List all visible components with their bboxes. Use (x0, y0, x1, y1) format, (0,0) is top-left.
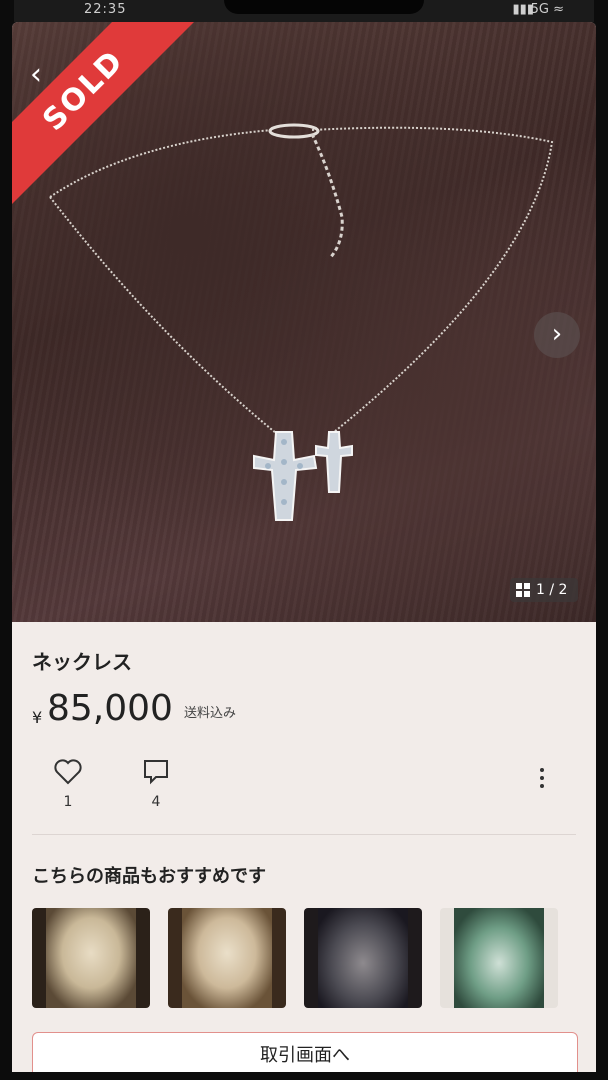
gallery-grid-icon (516, 583, 530, 597)
item-title: ネックレス (32, 650, 132, 674)
recommend-list (32, 908, 596, 1012)
ivory-figure-thumb (182, 908, 272, 1008)
app-screen: SOLD ‹ › 1 / 2 ネックレス ¥ 85,000 送料込み 1 4 こ… (12, 22, 596, 1072)
like-button[interactable]: 1 (48, 758, 88, 810)
recommend-item[interactable] (304, 908, 422, 1008)
phone-frame: 22:35 ▮▮▮ 5G ≈ SOLD ‹ › 1 / 2 ネックレス ¥ 85… (0, 0, 608, 1080)
recommend-item[interactable] (440, 908, 558, 1008)
comment-count: 4 (151, 794, 161, 810)
comment-button[interactable]: 4 (136, 758, 176, 810)
comment-icon (144, 760, 168, 785)
divider (32, 834, 576, 835)
shipping-included-label: 送料込み (184, 706, 237, 721)
product-photo[interactable]: SOLD ‹ › 1 / 2 (12, 22, 596, 622)
camera-notch (224, 0, 424, 14)
status-time: 22:35 (84, 2, 127, 17)
recommend-heading: こちらの商品もおすすめです (32, 866, 266, 887)
image-counter: 1 / 2 (510, 578, 578, 602)
recommend-item[interactable] (168, 908, 286, 1008)
listing-info: ネックレス ¥ 85,000 送料込み 1 4 こちらの商品もおすすめです 取引… (12, 622, 596, 1072)
ivory-figure-thumb (46, 908, 136, 1008)
status-bar: 22:35 ▮▮▮ 5G ≈ (14, 0, 594, 22)
price-amount: 85,000 (47, 688, 173, 729)
jade-pendant-thumb (454, 908, 544, 1008)
recommend-item[interactable] (32, 908, 150, 1008)
image-counter-text: 1 / 2 (536, 582, 568, 598)
heart-icon (54, 759, 82, 785)
jade-pendant-thumb (318, 908, 408, 1008)
currency-symbol: ¥ (32, 708, 43, 727)
trade-screen-button[interactable]: 取引画面へ (32, 1032, 578, 1072)
more-options-icon[interactable] (532, 768, 552, 798)
back-arrow-icon[interactable]: ‹ (30, 60, 42, 90)
next-image-button[interactable]: › (534, 312, 580, 358)
network-indicator: 5G ≈ (530, 2, 564, 17)
like-count: 1 (63, 794, 73, 810)
